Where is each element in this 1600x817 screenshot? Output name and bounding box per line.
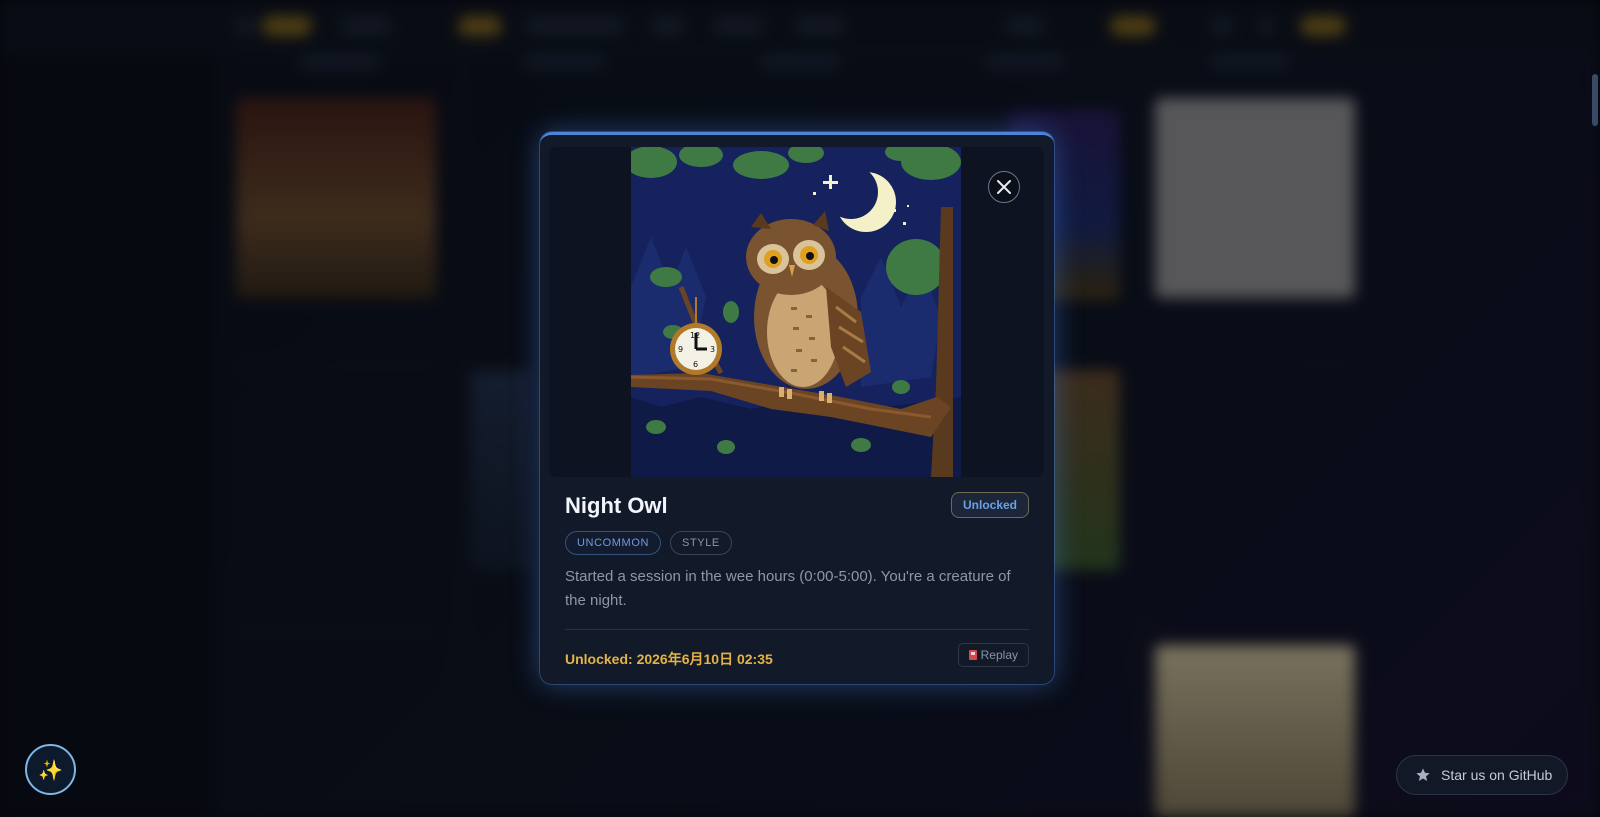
bg-nav-item	[525, 16, 625, 36]
bg-achievement-card	[236, 98, 436, 298]
unlock-timestamp: Unlocked: 2026年6月10日 02:35	[565, 651, 773, 667]
night-owl-image: 12 6 9 3	[631, 147, 961, 477]
bg-nav-item	[1300, 16, 1346, 36]
sparkles-button[interactable]: ✨	[25, 744, 76, 795]
bg-column-header	[985, 56, 1065, 68]
bg-column-header	[760, 56, 840, 68]
bg-achievement-card	[1155, 645, 1355, 817]
bg-nav-item	[458, 16, 502, 36]
bg-divider	[236, 630, 436, 631]
bg-divider	[1155, 365, 1355, 366]
svg-text:3: 3	[710, 345, 715, 354]
close-button[interactable]	[988, 171, 1020, 203]
tag-list: UNCOMMON STYLE	[565, 531, 732, 555]
bg-nav-item	[340, 16, 392, 36]
bg-top-bar	[0, 0, 1600, 52]
bg-column-header	[1210, 56, 1290, 68]
bg-nav-item	[1005, 16, 1045, 36]
status-badge: Unlocked	[950, 492, 1029, 518]
github-star-label: Star us on GitHub	[1441, 767, 1553, 783]
star-icon	[1416, 768, 1430, 781]
divider	[565, 629, 1029, 630]
replay-button[interactable]: Replay	[957, 643, 1029, 667]
svg-text:6: 6	[693, 360, 698, 369]
achievement-description: Started a session in the wee hours (0:00…	[565, 568, 1011, 609]
bg-nav-item	[1210, 16, 1234, 36]
achievement-title: Night Owl	[565, 493, 668, 518]
rarity-tag: UNCOMMON	[565, 531, 662, 555]
sparkles-icon: ✨	[38, 757, 63, 782]
bg-nav-item	[1110, 16, 1156, 36]
replay-label: Replay	[980, 648, 1018, 662]
bg-column-header	[525, 56, 605, 68]
bg-achievement-card	[470, 370, 530, 570]
svg-text:9: 9	[678, 345, 683, 354]
achievement-modal: 12 6 9 3 Night Owl Unlocked UNCOMMON STY…	[540, 132, 1054, 684]
bg-nav-item	[1258, 16, 1274, 36]
achievement-image-frame: 12 6 9 3	[549, 147, 1044, 477]
bg-sidebar	[0, 52, 215, 817]
bg-nav-item	[712, 16, 764, 36]
bg-logo	[236, 16, 256, 36]
bg-achievement-card	[1155, 98, 1355, 298]
bg-divider	[460, 52, 461, 817]
bg-divider	[236, 365, 436, 366]
bg-column-header	[300, 56, 380, 68]
svg-text:12: 12	[690, 331, 700, 340]
page-scrollbar[interactable]	[1592, 74, 1598, 126]
category-tag: STYLE	[670, 531, 732, 555]
bg-nav-item	[650, 16, 686, 36]
replay-icon	[968, 650, 977, 660]
bg-nav-item	[794, 16, 846, 36]
bg-divider	[1140, 52, 1141, 817]
close-icon	[997, 180, 1011, 194]
github-star-button[interactable]: Star us on GitHub	[1396, 755, 1568, 795]
bg-nav-item	[262, 16, 312, 36]
